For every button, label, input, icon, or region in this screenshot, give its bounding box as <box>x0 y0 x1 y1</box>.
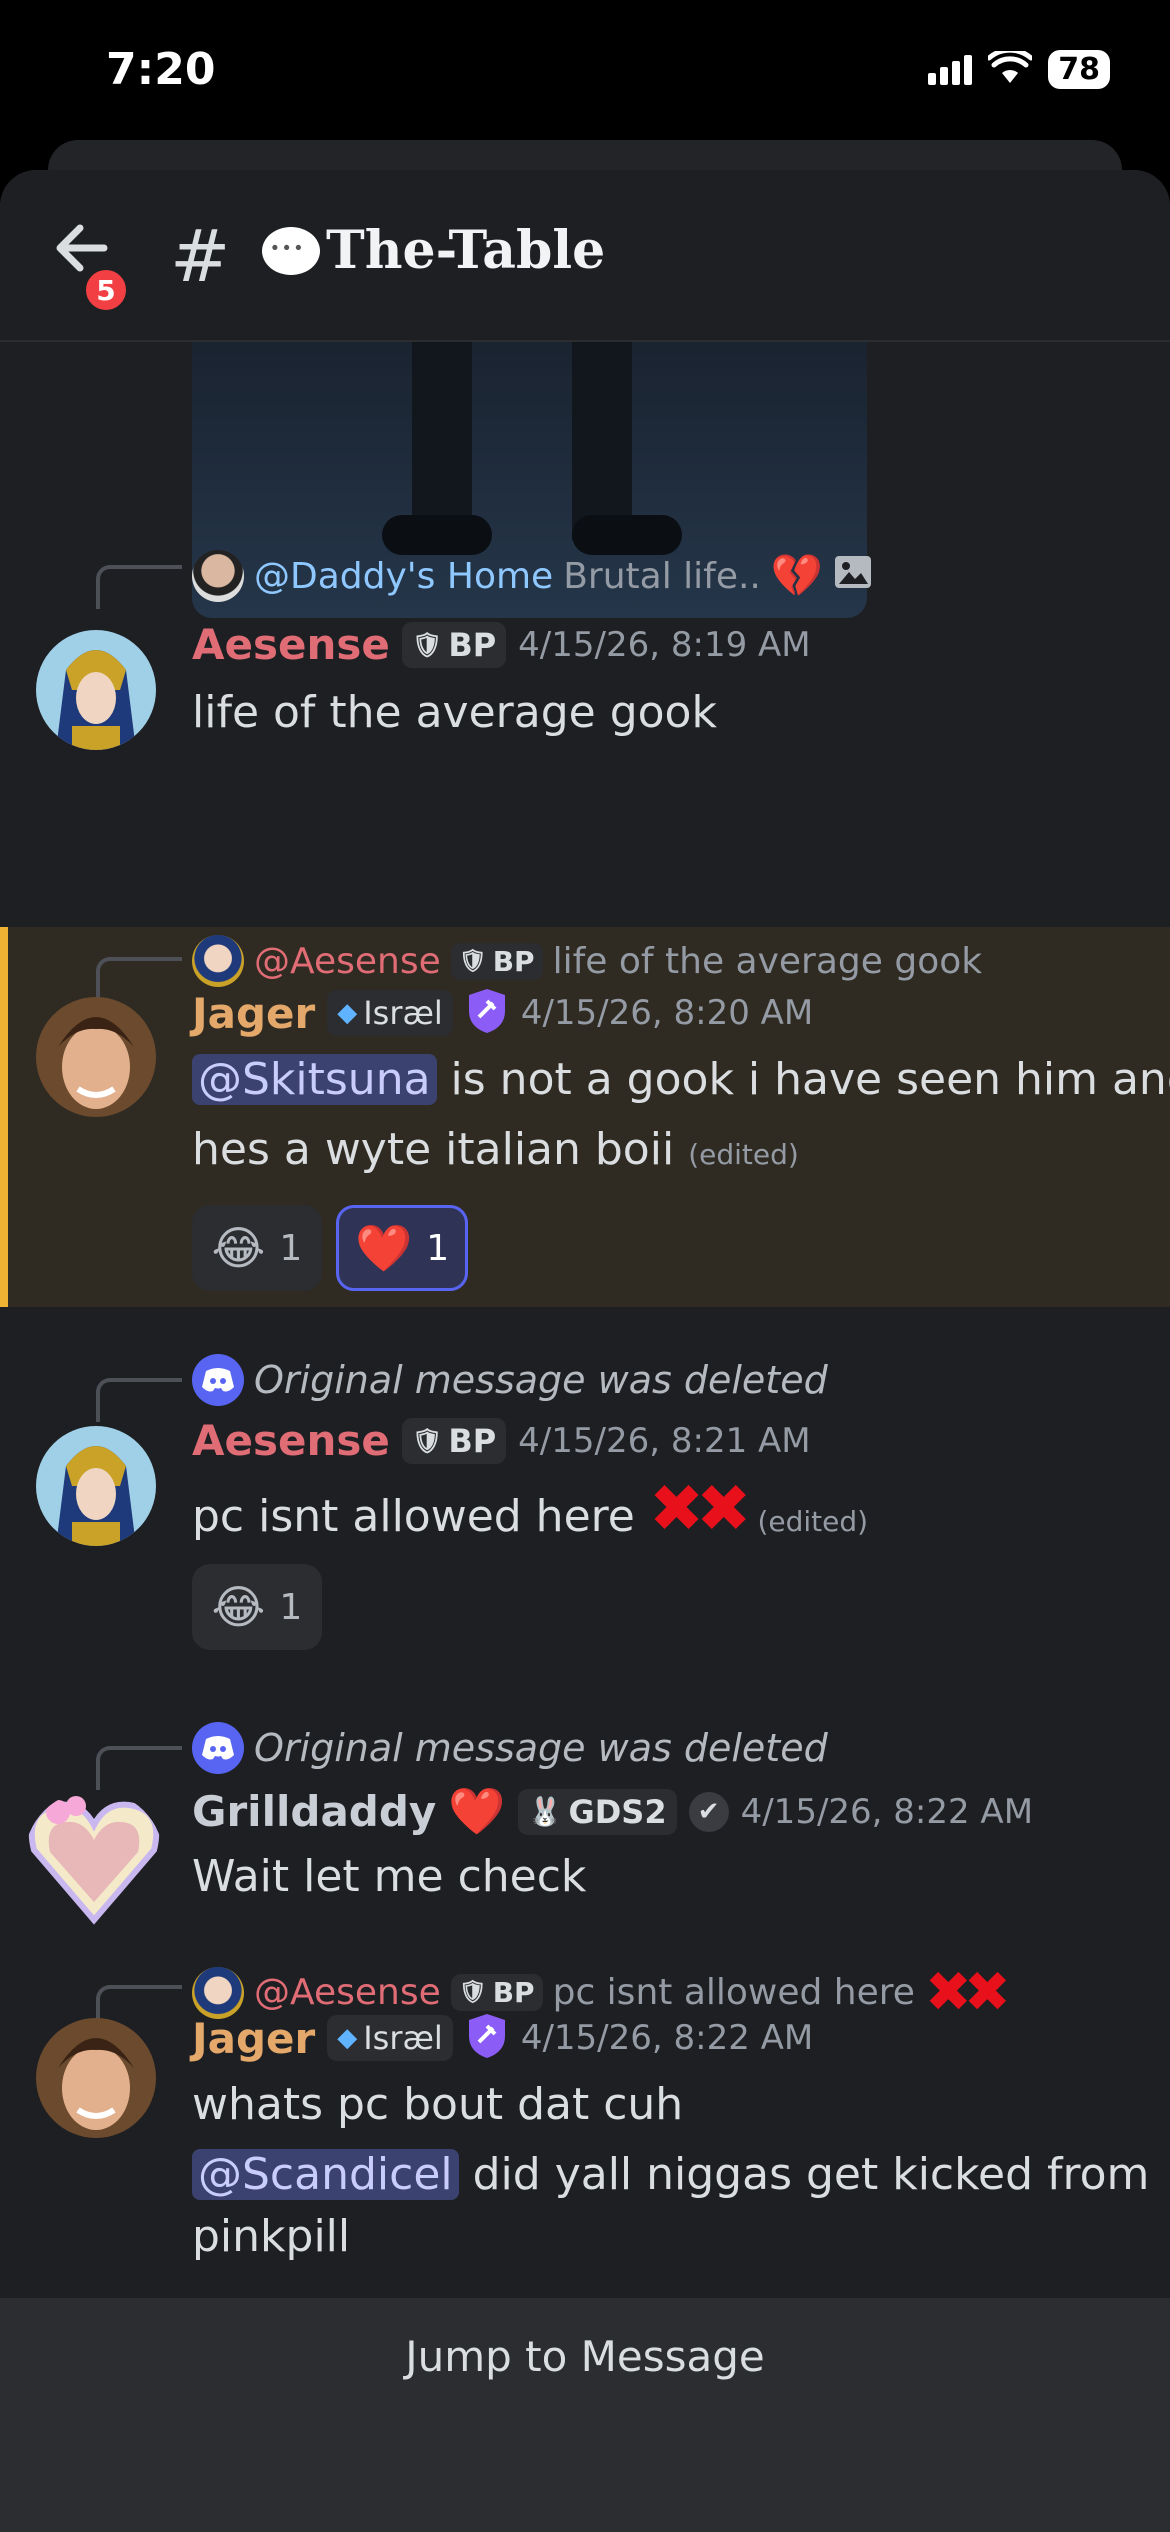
hash-icon: # <box>170 214 231 298</box>
avatar[interactable] <box>36 997 156 1117</box>
bunny-icon: 🐰 <box>527 1795 563 1828</box>
message-text: hes a wyte italian boii <box>192 1124 675 1175</box>
message-text: life of the average gook <box>192 687 717 738</box>
message-text: whats pc bout dat cuh <box>192 2079 684 2130</box>
server-tag[interactable]: 🛡 BP <box>401 1417 507 1464</box>
diamond-icon: ◆ <box>337 2023 358 2053</box>
status-time: 7:20 <box>106 44 216 95</box>
avatar <box>192 550 244 602</box>
reply-text: life of the average gook <box>552 940 983 982</box>
server-tag: 🛡 BP <box>450 942 543 980</box>
reaction-count: 1 <box>279 1586 303 1628</box>
channel-header: 5 # The-Table <box>0 170 1170 342</box>
channel-title[interactable]: The-Table <box>262 220 605 281</box>
server-tag[interactable]: ◆ Isrӕl <box>327 990 453 1036</box>
tag-icon: 🛡 <box>411 630 443 659</box>
battery-indicator: 78 <box>1048 50 1110 89</box>
username[interactable]: Jager <box>192 989 315 1038</box>
timestamp: 4/15/26, 8:21 AM <box>518 1420 811 1461</box>
avatar <box>192 1966 244 2019</box>
timestamp: 4/15/26, 8:22 AM <box>520 2018 814 2058</box>
message-text: is not a gook i have seen him and <box>450 1054 1170 1105</box>
diamond-icon: ◆ <box>337 998 358 1028</box>
user-mention[interactable]: @Skitsuna <box>192 1054 437 1105</box>
avatar[interactable] <box>36 630 156 750</box>
reaction-button[interactable]: ❤️ 1 <box>336 1205 469 1291</box>
username[interactable]: Jager <box>192 2014 315 2063</box>
verified-badge-icon: ✔ <box>688 1791 729 1832</box>
edited-label: (edited) <box>757 1505 869 1538</box>
message-text: Wait let me check <box>192 1851 587 1902</box>
server-tag: 🛡 BP <box>450 1974 543 2011</box>
reply-preview[interactable]: Original message was deleted <box>192 1722 828 1774</box>
timestamp: 4/15/26, 8:19 AM <box>518 624 811 665</box>
reply-text: Brutal life.. <box>563 555 761 597</box>
speech-bubble-icon <box>262 226 320 275</box>
reply-mention[interactable]: @Daddy's Home <box>254 556 553 597</box>
username[interactable]: Aesense <box>192 1416 390 1465</box>
reaction-count: 1 <box>426 1227 450 1269</box>
laughing-emoji-icon: 😂 <box>211 1580 266 1634</box>
laughing-emoji-icon: 😂 <box>211 1221 266 1275</box>
reply-preview[interactable]: Original message was deleted <box>192 1354 828 1406</box>
username[interactable]: Aesense <box>192 620 390 669</box>
broken-heart-icon: 💔 <box>770 551 824 600</box>
reaction-count: 1 <box>279 1227 303 1269</box>
tag-icon: 🛡 <box>411 1426 443 1455</box>
jump-to-message-bar[interactable]: Jump to Message <box>0 2298 1170 2532</box>
heart-emoji-icon: ❤️ <box>355 1220 413 1275</box>
reply-text: pc isnt allowed here <box>552 1972 915 2013</box>
server-tag[interactable]: 🛡 BP <box>401 621 507 668</box>
timestamp: 4/15/26, 8:22 AM <box>740 1791 1034 1832</box>
cross-mark-icon: ✖✖ <box>648 1470 752 1547</box>
image-icon <box>833 554 873 599</box>
reaction-button[interactable]: 😂 1 <box>192 1205 322 1291</box>
jump-to-message-button[interactable]: Jump to Message <box>0 2332 1170 2381</box>
status-icons: 78 <box>928 47 1110 89</box>
chat-screen: 5 # The-Table @Daddy's Home Brutal life.… <box>0 170 1170 2532</box>
moderator-shield-icon <box>465 2012 509 2064</box>
status-bar: 7:20 78 <box>0 0 1170 140</box>
moderator-shield-icon <box>465 987 509 1039</box>
unread-badge: 5 <box>82 266 130 314</box>
signal-icon <box>928 54 973 85</box>
avatar[interactable] <box>36 2018 156 2138</box>
wifi-icon <box>986 47 1034 89</box>
deleted-notice: Original message was deleted <box>254 1726 828 1770</box>
edited-label: (edited) <box>688 1138 799 1171</box>
reply-preview[interactable]: @Daddy's Home Brutal life.. 💔 <box>192 550 873 602</box>
cross-mark-icon: ✖✖ <box>924 1960 1011 2025</box>
username[interactable]: Grilldaddy <box>192 1787 436 1836</box>
discord-icon <box>192 1722 244 1774</box>
user-mention[interactable]: @Scandicel <box>192 2149 459 2200</box>
message-text: pinkpill <box>192 2211 351 2262</box>
message-text: did yall niggas get kicked from <box>472 2149 1150 2200</box>
reply-mention[interactable]: @Aesense <box>254 1972 441 2013</box>
avatar[interactable] <box>36 1426 156 1546</box>
red-heart-icon: ❤️ <box>448 1784 506 1838</box>
timestamp: 4/15/26, 8:20 AM <box>520 993 814 1033</box>
server-tag[interactable]: ◆ Isrӕl <box>327 2015 453 2061</box>
reply-preview[interactable]: @Aesense 🛡 BP life of the average gook <box>192 935 982 987</box>
reply-mention[interactable]: @Aesense <box>254 941 441 982</box>
message-text: pc isnt allowed here <box>192 1491 635 1542</box>
channel-name: The-Table <box>326 220 606 281</box>
server-tag[interactable]: 🐰 GDS2 <box>517 1788 677 1835</box>
avatar[interactable] <box>24 1790 164 1930</box>
discord-icon <box>192 1354 244 1406</box>
deleted-notice: Original message was deleted <box>254 1358 828 1402</box>
reaction-button[interactable]: 😂 1 <box>192 1564 322 1650</box>
avatar <box>192 935 244 987</box>
